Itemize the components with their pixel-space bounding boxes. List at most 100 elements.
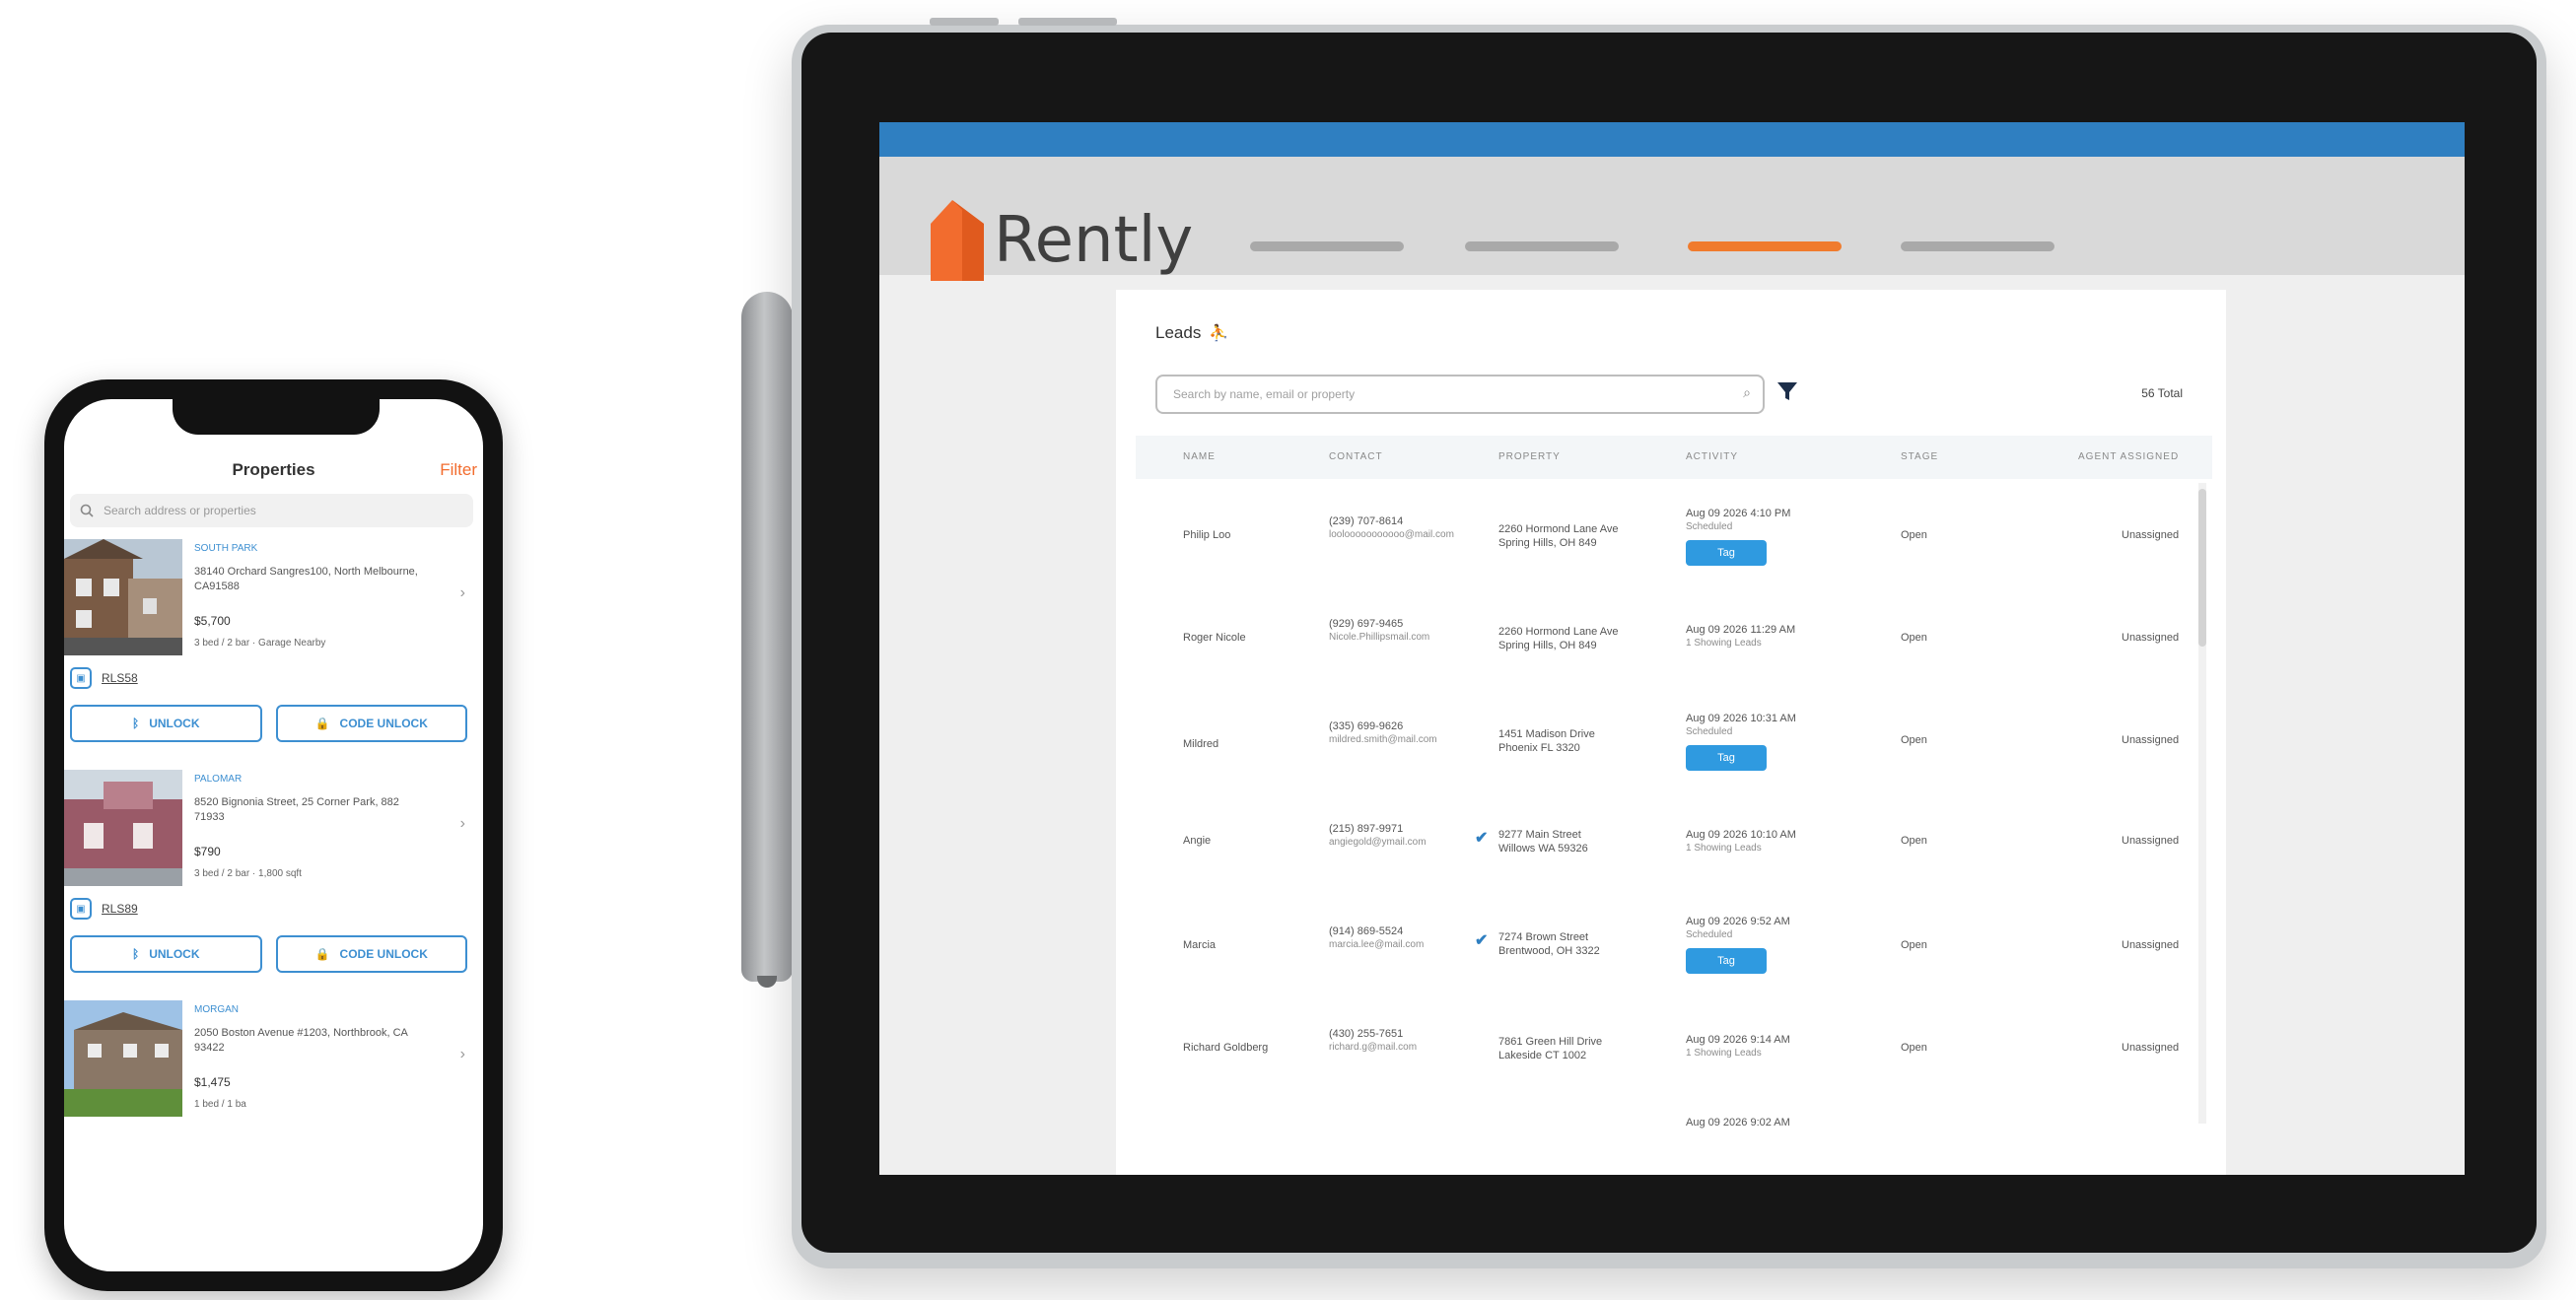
lead-agent[interactable]: Unassigned bbox=[2122, 938, 2179, 952]
activity-status: Scheduled bbox=[1686, 929, 1733, 940]
property-info: 3 bed / 2 bar · Garage Nearby bbox=[194, 638, 326, 649]
property-address: 2260 Hormond Lane Ave bbox=[1498, 626, 1619, 638]
property-address: 8520 Bignonia Street, 25 Corner Park, 88… bbox=[194, 796, 399, 823]
property-photo bbox=[64, 770, 182, 886]
activity-date: Aug 09 2026 4:10 PM bbox=[1686, 508, 1791, 519]
nav-item-placeholder[interactable] bbox=[1901, 241, 2054, 251]
top-accent-bar bbox=[879, 122, 2465, 157]
lockbox-icon: ▣ bbox=[70, 667, 92, 689]
lead-stage: Open bbox=[1901, 835, 1927, 847]
table-row[interactable]: Roger Nicole (929) 697-9465 Nicole.Phill… bbox=[1136, 595, 2194, 698]
activity-date: Aug 09 2026 10:31 AM bbox=[1686, 713, 1796, 724]
property-address: 7274 Brown Street bbox=[1498, 931, 1589, 943]
property-card[interactable]: SOUTH PARK 38140 Orchard Sangres100, Nor… bbox=[64, 535, 483, 655]
lead-agent[interactable]: Unassigned bbox=[2122, 733, 2179, 747]
tag-button[interactable]: Tag bbox=[1686, 540, 1767, 566]
table-row[interactable]: Marcia (914) 869-5524 marcia.lee@mail.co… bbox=[1136, 903, 2194, 1005]
table-row[interactable]: Philip Loo (239) 707-8614 looloooooooooo… bbox=[1136, 493, 2194, 595]
nav-item-active[interactable] bbox=[1688, 241, 1842, 251]
table-header: NAME CONTACT PROPERTY ACTIVITY STAGE AGE… bbox=[1136, 436, 2212, 479]
unlock-buttons: ᛒ UNLOCK 🔒 CODE UNLOCK bbox=[70, 705, 467, 742]
tag-button[interactable]: Tag bbox=[1686, 948, 1767, 974]
table-row[interactable]: Mildred (335) 699-9626 mildred.smith@mai… bbox=[1136, 698, 2194, 800]
lead-activity: Aug 09 2026 4:10 PM Scheduled Tag bbox=[1686, 507, 1790, 566]
search-placeholder: Search by name, email or property bbox=[1173, 387, 1356, 401]
nav-item-placeholder[interactable] bbox=[1250, 241, 1404, 251]
phone-header: Properties Filter bbox=[64, 446, 483, 496]
bluetooth-icon: ᛒ bbox=[131, 947, 140, 961]
code-unlock-button[interactable]: 🔒 CODE UNLOCK bbox=[275, 705, 467, 742]
lead-contact: (215) 897-9971 angiegold@ymail.com bbox=[1329, 822, 1427, 850]
lockbox-icon: ▣ bbox=[70, 898, 92, 920]
scrollbar-thumb[interactable] bbox=[2198, 489, 2206, 647]
tablet-hardware-button bbox=[930, 18, 999, 26]
search-input[interactable]: Search by name, email or property ⌕ bbox=[1155, 375, 1765, 414]
lead-name[interactable]: Roger Nicole bbox=[1183, 631, 1246, 645]
tablet-hardware-button bbox=[1018, 18, 1117, 26]
search-input[interactable]: Search address or properties bbox=[70, 494, 473, 527]
phone-notch bbox=[173, 399, 380, 435]
tablet-screen: Rently Leads ⛹ Search by name, email or … bbox=[879, 122, 2465, 1175]
lead-name[interactable]: Marcia bbox=[1183, 938, 1216, 952]
lead-activity: Aug 09 2026 10:31 AM Scheduled Tag bbox=[1686, 712, 1796, 771]
property-card[interactable]: MORGAN 2050 Boston Avenue #1203, Northbr… bbox=[64, 996, 483, 1117]
table-row[interactable]: Aug 09 2026 9:02 AM bbox=[1136, 1110, 2194, 1149]
stylus-pen bbox=[741, 292, 793, 982]
lead-name[interactable]: Philip Loo bbox=[1183, 528, 1230, 542]
code-unlock-label: CODE UNLOCK bbox=[339, 947, 428, 961]
lead-agent[interactable]: Unassigned bbox=[2122, 528, 2179, 542]
rently-logo-text: Rently bbox=[994, 204, 1194, 277]
lead-property: 7861 Green Hill Drive Lakeside CT 1002 bbox=[1498, 1035, 1602, 1062]
property-price: $5,700 bbox=[194, 614, 231, 628]
lead-activity: Aug 09 2026 9:52 AM Scheduled Tag bbox=[1686, 915, 1790, 974]
search-placeholder: Search address or properties bbox=[104, 504, 256, 517]
filter-icon[interactable] bbox=[1775, 378, 1800, 404]
lead-name[interactable]: Richard Goldberg bbox=[1183, 1041, 1268, 1055]
column-header[interactable]: STAGE bbox=[1901, 451, 1938, 462]
stylus-tip bbox=[757, 976, 777, 988]
contact-email: angiegold@ymail.com bbox=[1329, 837, 1427, 848]
lead-contact: (430) 255-7651 richard.g@mail.com bbox=[1329, 1027, 1417, 1055]
unlock-label: UNLOCK bbox=[149, 947, 200, 961]
table-scrollbar[interactable] bbox=[2198, 483, 2206, 1124]
lead-name[interactable]: Angie bbox=[1183, 834, 1211, 848]
lead-property: 2260 Hormond Lane Ave Spring Hills, OH 8… bbox=[1498, 522, 1619, 550]
column-header[interactable]: PROPERTY bbox=[1498, 451, 1561, 462]
lock-icon: 🔒 bbox=[314, 717, 330, 730]
property-info: 3 bed / 2 bar · 1,800 sqft bbox=[194, 868, 302, 879]
property-card[interactable]: PALOMAR 8520 Bignonia Street, 25 Corner … bbox=[64, 766, 483, 886]
property-address: 2260 Hormond Lane Ave bbox=[1498, 523, 1619, 535]
bluetooth-icon: ᛒ bbox=[131, 717, 140, 730]
activity-status: 1 Showing Leads bbox=[1686, 638, 1762, 649]
page-title: Leads bbox=[1155, 323, 1202, 342]
lead-contact: (929) 697-9465 Nicole.Phillipsmail.com bbox=[1329, 617, 1429, 645]
table-row[interactable]: Angie (215) 897-9971 angiegold@ymail.com… bbox=[1136, 800, 2194, 903]
tag-button[interactable]: Tag bbox=[1686, 745, 1767, 771]
filter-button[interactable]: Filter bbox=[440, 460, 477, 480]
unlock-label: UNLOCK bbox=[149, 717, 200, 730]
lead-stage: Open bbox=[1901, 939, 1927, 951]
chevron-right-icon: › bbox=[459, 584, 465, 601]
lead-name[interactable]: Mildred bbox=[1183, 737, 1218, 751]
column-header[interactable]: AGENT ASSIGNED bbox=[2078, 451, 2179, 462]
unlock-button[interactable]: ᛒ UNLOCK bbox=[70, 705, 262, 742]
property-city: Phoenix FL 3320 bbox=[1498, 742, 1580, 754]
contact-email: marcia.lee@mail.com bbox=[1329, 939, 1425, 950]
lead-agent[interactable]: Unassigned bbox=[2122, 834, 2179, 848]
nav-item-placeholder[interactable] bbox=[1465, 241, 1619, 251]
lead-agent[interactable]: Unassigned bbox=[2122, 631, 2179, 645]
checkmark-icon: ✔ bbox=[1475, 932, 1489, 949]
unlock-button[interactable]: ᛒ UNLOCK bbox=[70, 935, 262, 973]
column-header[interactable]: ACTIVITY bbox=[1686, 451, 1738, 462]
table-row[interactable]: Richard Goldberg (430) 255-7651 richard.… bbox=[1136, 1005, 2194, 1108]
property-address: 9277 Main Street bbox=[1498, 829, 1581, 841]
contact-email: loolooooooooooo@mail.com bbox=[1329, 529, 1454, 540]
lead-agent[interactable]: Unassigned bbox=[2122, 1041, 2179, 1055]
lockbox-link[interactable]: ▣ RLS89 bbox=[70, 894, 138, 924]
code-unlock-button[interactable]: 🔒 CODE UNLOCK bbox=[275, 935, 467, 973]
phone-device: Properties Filter Search address or prop… bbox=[44, 379, 503, 1291]
lockbox-link[interactable]: ▣ RLS58 bbox=[70, 663, 138, 693]
column-header[interactable]: NAME bbox=[1183, 451, 1216, 462]
column-header[interactable]: CONTACT bbox=[1329, 451, 1383, 462]
lead-activity: Aug 09 2026 9:14 AM 1 Showing Leads bbox=[1686, 1033, 1790, 1061]
